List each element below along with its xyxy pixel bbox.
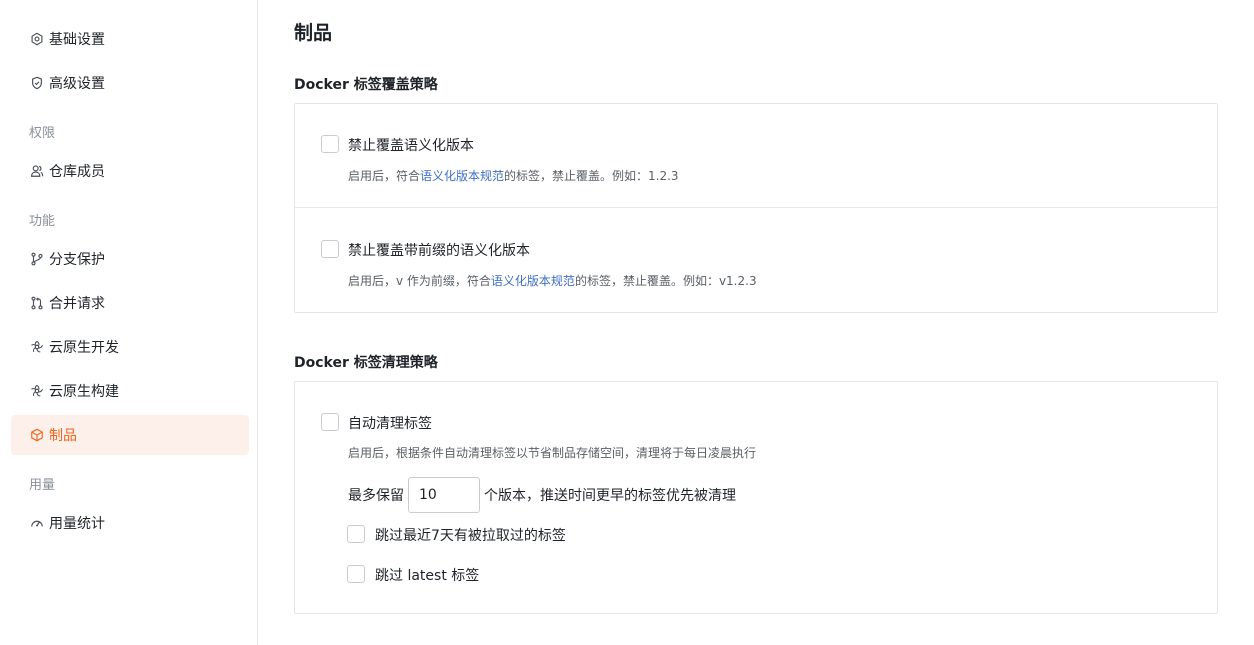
retain-count-input[interactable] (408, 477, 480, 513)
sidebar-item-label: 云原生构建 (49, 384, 119, 400)
sidebar-item-cloud-native-build[interactable]: 云原生构建 (11, 371, 249, 411)
sidebar-group-permissions: 权限 (29, 126, 56, 141)
users-icon (29, 164, 44, 179)
overwrite-policy-title: Docker 标签覆盖策略 (294, 77, 438, 93)
settings-sidebar: 基础设置 高级设置 权限 仓库成员 功能 分支保护 合并请求 云原生开发 云原生… (0, 0, 258, 645)
sidebar-item-label: 合并请求 (49, 296, 105, 312)
semver-spec-link[interactable]: 语义化版本规范 (491, 274, 575, 288)
sidebar-item-label: 制品 (49, 428, 77, 444)
skip-recent-pulled-checkbox[interactable] (347, 525, 365, 543)
sidebar-item-advanced-settings[interactable]: 高级设置 (11, 63, 249, 103)
merge-request-icon (29, 296, 44, 311)
sidebar-item-label: 基础设置 (49, 32, 105, 48)
sidebar-item-usage-stats[interactable]: 用量统计 (11, 503, 249, 543)
card-divider (295, 207, 1217, 208)
sidebar-item-basic-settings[interactable]: 基础设置 (11, 19, 249, 59)
sidebar-item-members[interactable]: 仓库成员 (11, 151, 249, 191)
retain-prefix-label: 最多保留 (348, 488, 404, 504)
prefixed-semver-overwrite-checkbox[interactable] (321, 240, 339, 258)
prefixed-semver-overwrite-description: 启用后，v 作为前缀，符合语义化版本规范的标签，禁止覆盖。例如：v1.2.3 (348, 272, 757, 289)
sidebar-group-features: 功能 (29, 214, 56, 229)
description-suffix: 的标签，禁止覆盖。例如：v1.2.3 (574, 274, 757, 288)
shield-icon (29, 76, 44, 91)
cleanup-policy-title: Docker 标签清理策略 (294, 355, 438, 371)
description-prefix: 启用后，符合 (348, 169, 421, 183)
auto-cleanup-label[interactable]: 自动清理标签 (348, 413, 432, 433)
hexagon-settings-icon (29, 32, 44, 47)
description-suffix: 的标签，禁止覆盖。例如：1.2.3 (504, 169, 679, 183)
skip-latest-checkbox[interactable] (347, 565, 365, 583)
sidebar-item-cloud-native-dev[interactable]: 云原生开发 (11, 327, 249, 367)
sidebar-item-label: 用量统计 (49, 516, 105, 532)
retain-suffix-label: 个版本，推送时间更早的标签优先被清理 (484, 488, 736, 504)
retain-versions-row: 最多保留 个版本，推送时间更早的标签优先被清理 (348, 477, 736, 513)
auto-cleanup-description: 启用后，根据条件自动清理标签以节省制品存储空间，清理将于每日凌晨执行 (348, 446, 757, 460)
branch-icon (29, 252, 44, 267)
gauge-icon (29, 516, 44, 531)
sidebar-item-label: 仓库成员 (49, 164, 105, 180)
sidebar-group-usage: 用量 (29, 478, 56, 493)
description-prefix: 启用后，v 作为前缀，符合 (348, 274, 491, 288)
sidebar-item-label: 分支保护 (49, 252, 105, 268)
package-icon (29, 428, 44, 443)
overwrite-policy-card: 禁止覆盖语义化版本 启用后，符合语义化版本规范的标签，禁止覆盖。例如：1.2.3… (294, 103, 1218, 313)
skip-latest-label[interactable]: 跳过 latest 标签 (375, 565, 479, 585)
sidebar-item-label: 云原生开发 (49, 340, 119, 356)
sidebar-item-merge-requests[interactable]: 合并请求 (11, 283, 249, 323)
semver-overwrite-label[interactable]: 禁止覆盖语义化版本 (348, 135, 474, 155)
sidebar-item-branch-protection[interactable]: 分支保护 (11, 239, 249, 279)
cloud-native-icon (29, 340, 44, 355)
auto-cleanup-checkbox[interactable] (321, 413, 339, 431)
semver-spec-link[interactable]: 语义化版本规范 (420, 169, 504, 183)
semver-overwrite-description: 启用后，符合语义化版本规范的标签，禁止覆盖。例如：1.2.3 (348, 167, 679, 184)
prefixed-semver-overwrite-label[interactable]: 禁止覆盖带前缀的语义化版本 (348, 240, 530, 260)
cloud-native-icon (29, 384, 44, 399)
semver-overwrite-checkbox[interactable] (321, 135, 339, 153)
sidebar-item-artifacts[interactable]: 制品 (11, 415, 249, 455)
sidebar-item-label: 高级设置 (49, 76, 105, 92)
cleanup-policy-card: 自动清理标签 启用后，根据条件自动清理标签以节省制品存储空间，清理将于每日凌晨执… (294, 381, 1218, 614)
skip-recent-pulled-label[interactable]: 跳过最近7天有被拉取过的标签 (375, 525, 566, 545)
page-title: 制品 (294, 22, 333, 44)
